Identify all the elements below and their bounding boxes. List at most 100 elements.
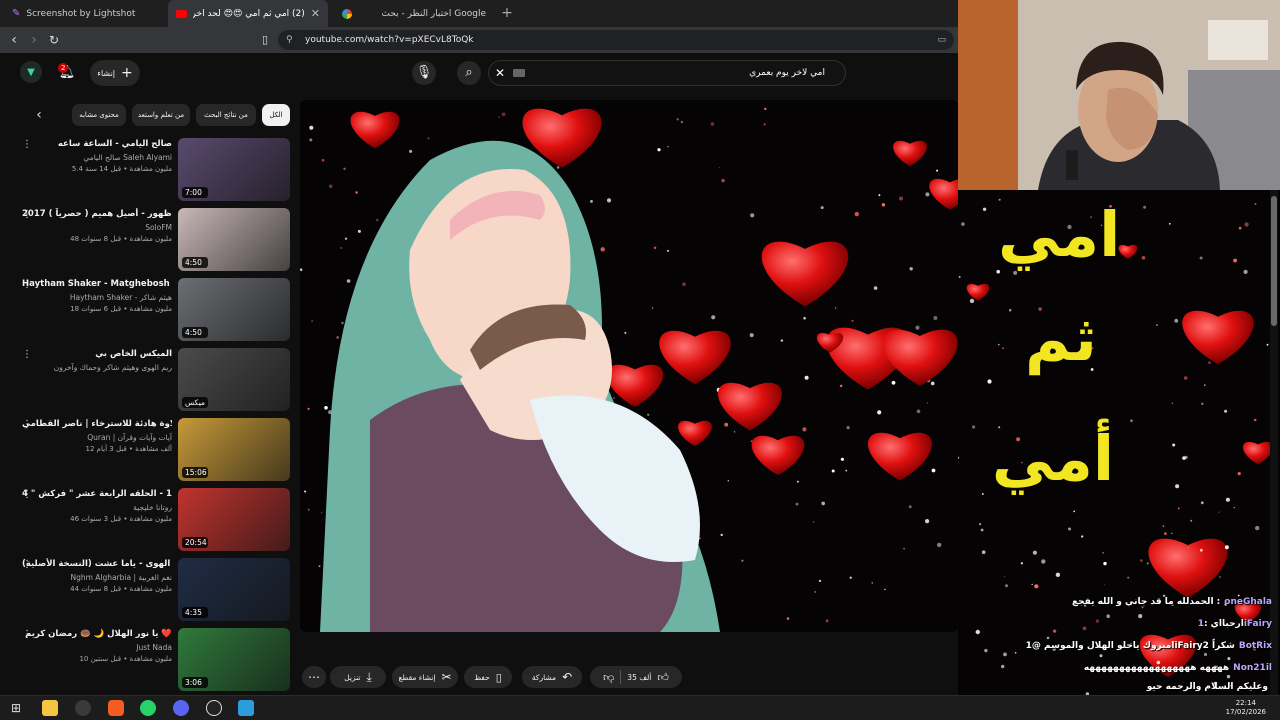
list-item[interactable]: ⋮ 15:06 تلاوة هادئة للاسترخاء | ناصر القطا… xyxy=(0,415,300,481)
list-item[interactable]: ⋮20:54مسلسل شباب البومب 10 - الحلقه الرا… xyxy=(0,485,300,551)
clear-search-icon[interactable]: ✕ xyxy=(495,61,505,85)
more-actions-button[interactable]: ⋯ xyxy=(302,666,326,688)
video-thumbnail[interactable]: 3:06 xyxy=(178,628,290,691)
sparkle-dot xyxy=(307,407,310,410)
sparkle-dot xyxy=(891,380,896,385)
like-icon[interactable]: 👍︎ xyxy=(657,671,669,684)
voice-search-icon[interactable]: 🎙︎ xyxy=(412,61,436,85)
sparkle-dot xyxy=(741,559,744,562)
sparkle-dot xyxy=(653,246,657,250)
video-thumbnail[interactable]: 4:50 xyxy=(178,208,290,271)
sparkle-dot xyxy=(1171,532,1173,534)
new-tab-icon[interactable]: + xyxy=(498,4,516,22)
channel-name[interactable]: Haytham Shaker - هيثم شاكر xyxy=(22,292,172,303)
video-title[interactable]: يا نور الهلال 🌙 🍩 رمضان كريم ❤️ xyxy=(22,628,172,640)
steam-icon[interactable] xyxy=(206,700,222,716)
sparkle-dot xyxy=(926,402,929,404)
site-info-icon[interactable]: ⚲ xyxy=(286,30,293,50)
video-thumbnail[interactable]: 7:00 xyxy=(178,138,290,201)
channel-name[interactable]: ريم الهوى وهيثم شاكر وحماك وآخرون xyxy=(22,362,172,373)
plus-icon: + xyxy=(121,65,133,81)
sparkle-dot xyxy=(647,413,650,416)
chip-all[interactable]: الكل xyxy=(262,104,290,126)
brave-icon[interactable] xyxy=(108,700,124,716)
list-item[interactable]: ⋮ 7:00 صالح اليامي - الساعة ساعه صالح اليام… xyxy=(0,135,300,201)
avatar[interactable]: ▼ xyxy=(20,61,42,83)
chip-similar[interactable]: محتوى مشابه xyxy=(72,104,126,126)
sparkle-dot xyxy=(1046,636,1050,640)
channel-name[interactable]: SoloFM xyxy=(22,222,172,233)
sparkle-dot xyxy=(1146,562,1149,565)
windows-start-icon[interactable]: ⊞ xyxy=(8,700,24,716)
video-player[interactable] xyxy=(300,100,958,632)
address-bar[interactable]: ⚲ youtube.com/watch?v=pXECvL8ToQk ▭ xyxy=(278,30,954,50)
video-thumbnail[interactable]: ميكس xyxy=(178,348,290,411)
obs-icon[interactable] xyxy=(75,700,91,716)
clip-button[interactable]: إنشاء مقطع ✂ xyxy=(392,666,458,688)
video-title[interactable]: تلاوة هادئة للاسترخاء | ناصر القطامي xyxy=(22,418,172,430)
video-title[interactable]: اخر ظهور - أصيل هميم ( حصرياً ) 2017 xyxy=(22,208,172,220)
channel-name[interactable]: روتانا خليجية xyxy=(22,502,172,513)
cast-icon[interactable]: ▭ xyxy=(937,30,946,50)
system-clock[interactable]: 22:14 17/02/2026 xyxy=(1226,699,1266,717)
whatsapp-icon[interactable] xyxy=(140,700,156,716)
url-text: youtube.com/watch?v=pXECvL8ToQk xyxy=(305,35,474,45)
sparkle-dot xyxy=(1002,347,1004,349)
dislike-icon[interactable]: 👎︎ xyxy=(603,671,614,684)
share-button[interactable]: مشاركة ↶ xyxy=(522,666,582,688)
chip-learn[interactable]: من تعلم واستعد xyxy=(132,104,190,126)
sparkle-dot xyxy=(427,137,430,140)
discord-icon[interactable] xyxy=(173,700,189,716)
video-thumbnail[interactable]: 4:35 xyxy=(178,558,290,621)
close-tab-icon[interactable]: ✕ xyxy=(311,7,320,20)
back-icon[interactable]: ‹ xyxy=(5,31,23,49)
video-title[interactable]: ريم الهوى - ياما عشت (النسخة الأصلية) | … xyxy=(22,558,172,570)
download-button[interactable]: تنزيل ⤓ xyxy=(330,666,386,688)
list-item[interactable]: ⋮ 4:50 Haytham Shaker - Matghebosh | Haytha… xyxy=(0,275,300,341)
sparkle-dot xyxy=(318,565,321,568)
sparkle-dot xyxy=(936,169,939,172)
list-item[interactable]: ⋮4:35ريم الهوى - ياما عشت (النسخة الأصلي… xyxy=(0,555,300,621)
video-title[interactable]: الميكس الخاص بي xyxy=(22,348,172,360)
save-button[interactable]: حفظ ▯ xyxy=(464,666,512,688)
sparkle-dot xyxy=(958,276,961,278)
search-button[interactable]: ⌕ xyxy=(457,61,481,85)
chat-text: ارحبااي : xyxy=(1203,619,1244,629)
sparkle-dot xyxy=(984,648,988,653)
tab-lightshot[interactable]: ✎ Screenshot by Lightshot xyxy=(4,0,164,27)
sparkle-dot xyxy=(328,184,333,189)
file-explorer-icon[interactable] xyxy=(42,700,58,716)
keyboard-icon[interactable] xyxy=(513,69,525,77)
list-item[interactable]: ⋮4:50اخر ظهور - أصيل هميم ( حصرياً ) 201… xyxy=(0,205,300,271)
channel-name[interactable]: صالح اليامي Saleh Alyami xyxy=(22,152,172,163)
video-thumbnail[interactable]: 15:06 xyxy=(178,418,290,481)
tab-google[interactable]: اختبار النظر - بحث Google xyxy=(334,0,494,27)
sparkle-dot xyxy=(1224,545,1229,550)
sparkle-dot xyxy=(845,469,848,472)
sparkle-dot xyxy=(1175,484,1180,489)
forward-icon[interactable]: › xyxy=(25,31,43,49)
video-title[interactable]: Haytham Shaker - Matghebosh | xyxy=(22,278,172,290)
channel-name[interactable]: Nghm Algharbia | نغم الغربية xyxy=(22,572,172,583)
create-button[interactable]: إنشاء + xyxy=(90,60,140,86)
scrollbar-thumb[interactable] xyxy=(1271,196,1277,326)
channel-name[interactable]: Quran | آيات وآيات وقرآن xyxy=(22,432,172,443)
sparkle-dot xyxy=(307,508,310,511)
video-thumbnail[interactable]: 4:50 xyxy=(178,278,290,341)
reload-icon[interactable]: ↻ xyxy=(45,31,63,49)
tab-label: (2) أمي ثم أمي 😍😍 لحد آخر يوم xyxy=(192,8,305,19)
video-title[interactable]: صالح اليامي - الساعة ساعه xyxy=(22,138,172,150)
search-input[interactable]: ✕ امي لاخر يوم بعمري xyxy=(488,60,846,86)
app-icon[interactable] xyxy=(238,700,254,716)
chat-message: وعليكم السلام والرحمه حيو xyxy=(1147,682,1272,692)
list-item[interactable]: ⋮ ميكس الميكس الخاص بي ريم الهوى وهيثم شاكر… xyxy=(0,345,300,411)
video-title[interactable]: مسلسل شباب البومب 10 - الحلقه الرابعة عش… xyxy=(22,488,172,500)
channel-name[interactable]: Just Nada xyxy=(22,642,172,653)
bookmark-icon[interactable]: ▯ xyxy=(256,31,274,49)
chips-scroll-left-icon[interactable]: ‹ xyxy=(30,106,48,124)
sparkle-dot xyxy=(750,213,755,218)
chip-search-results[interactable]: من نتائج البحث xyxy=(196,104,256,126)
video-thumbnail[interactable]: 20:54 xyxy=(178,488,290,551)
tab-youtube[interactable]: (2) أمي ثم أمي 😍😍 لحد آخر يوم ✕ xyxy=(168,0,328,27)
list-item[interactable]: ⋮ 3:06 يا نور الهلال 🌙 🍩 رمضان كريم ❤️ Just… xyxy=(0,625,300,691)
